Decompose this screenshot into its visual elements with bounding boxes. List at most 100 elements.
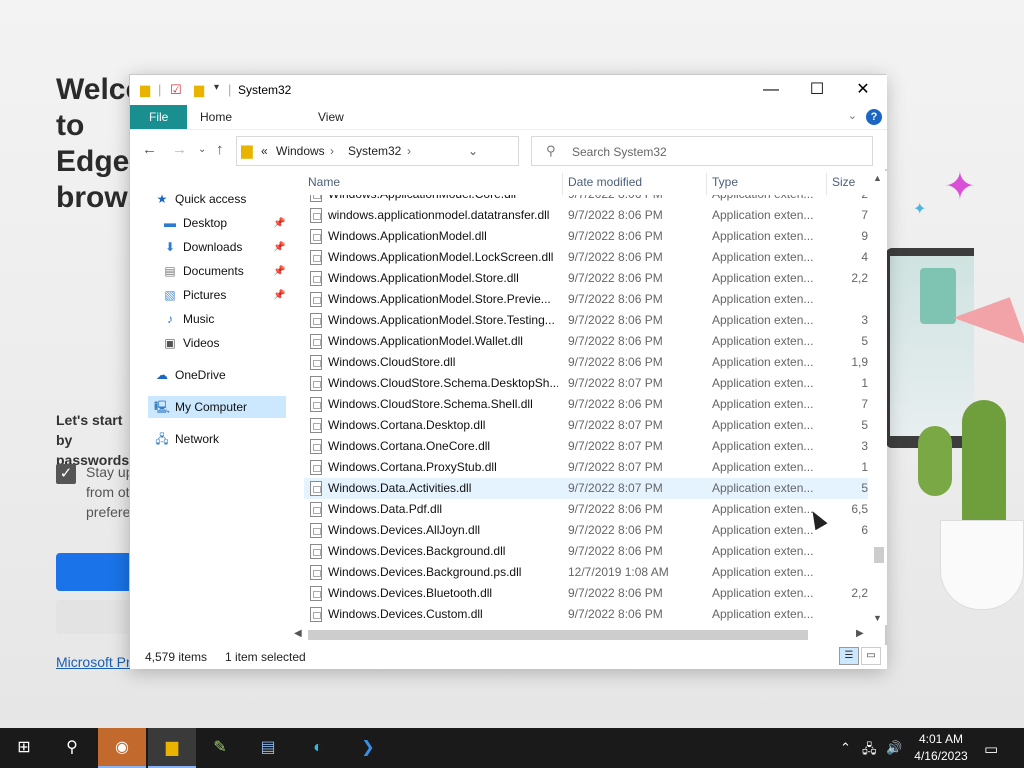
file-row[interactable]: Windows.ApplicationModel.Core.dll 9/7/202… — [304, 195, 868, 205]
volume-icon[interactable]: 🔊 — [886, 740, 902, 756]
nav-videos[interactable]: ▣ Videos — [162, 332, 219, 354]
back-button[interactable]: ← — [142, 141, 157, 158]
address-dropdown-icon[interactable]: ⌄ — [468, 144, 478, 158]
nav-network[interactable]: 🖧 Network — [154, 428, 219, 450]
file-row[interactable]: Windows.CloudStore.Schema.DesktopSh... 9/… — [304, 373, 868, 394]
file-name: Windows.CloudStore.dll — [328, 355, 456, 369]
column-type[interactable]: Type — [712, 175, 738, 193]
search-input[interactable]: Search System32 — [572, 145, 667, 159]
file-date: 9/7/2022 8:06 PM — [568, 313, 663, 327]
pin-icon[interactable]: 📌 — [273, 242, 285, 253]
expand-ribbon-icon[interactable]: ⌄ — [848, 109, 857, 122]
title-bar[interactable]: ▆ | ☑ ▆ ▾ | System32 — ☐ ✕ — [130, 75, 887, 105]
file-row[interactable]: Windows.ApplicationModel.Store.Previe...… — [304, 289, 868, 310]
file-row[interactable]: Windows.Devices.Bluetooth.dll 9/7/2022 8:… — [304, 583, 868, 604]
file-row[interactable]: Windows.Cortana.Desktop.dll 9/7/2022 8:07… — [304, 415, 868, 436]
file-row[interactable]: Windows.ApplicationModel.LockScreen.dll 9… — [304, 247, 868, 268]
file-explorer-taskbar-icon[interactable]: ▆ — [148, 728, 196, 768]
nav-music[interactable]: ♪ Music — [162, 308, 214, 330]
nav-pictures[interactable]: ▧ Pictures — [162, 284, 226, 306]
column-divider[interactable] — [562, 173, 563, 195]
file-row[interactable]: Windows.ApplicationModel.Store.Testing..… — [304, 310, 868, 331]
column-name[interactable]: Name — [308, 175, 340, 193]
dll-file-icon — [310, 460, 322, 475]
notepad-icon[interactable]: ✎ — [196, 728, 244, 768]
start-button[interactable]: ⊞ — [0, 728, 48, 768]
powershell-icon[interactable]: ❯ — [344, 728, 392, 768]
file-row[interactable]: Windows.Data.Pdf.dll 9/7/2022 8:06 PM Appl… — [304, 499, 868, 520]
column-divider[interactable] — [706, 173, 707, 195]
file-row[interactable]: windows.applicationmodel.datatransfer.dl… — [304, 205, 868, 226]
network-status-icon[interactable]: 🖧 — [862, 740, 877, 762]
customize-qat-icon[interactable]: ▾ — [214, 82, 219, 98]
scroll-thumb[interactable] — [874, 547, 884, 563]
nav-quick-access[interactable]: ★ Quick access — [154, 188, 247, 210]
file-row[interactable]: Windows.Cortana.ProxyStub.dll 9/7/2022 8:… — [304, 457, 868, 478]
scroll-down-icon[interactable]: ▼ — [873, 613, 882, 623]
breadcrumb-windows[interactable]: Windows — [276, 144, 325, 158]
maximize-button[interactable]: ☐ — [794, 75, 840, 105]
up-button[interactable]: ↑ — [216, 141, 224, 158]
file-row[interactable]: Windows.ApplicationModel.Wallet.dll 9/7/2… — [304, 331, 868, 352]
tab-home[interactable]: Home — [186, 105, 246, 129]
tab-view[interactable]: View — [304, 105, 358, 129]
pin-icon[interactable]: 📌 — [273, 218, 285, 229]
chevron-up-icon[interactable]: ⌃ — [840, 740, 851, 756]
edge-privacy-link[interactable]: Microsoft Pr — [56, 654, 131, 670]
file-row[interactable]: Windows.Devices.Background.ps.dll 12/7/20… — [304, 562, 868, 583]
large-icons-view-icon[interactable]: ▭ — [861, 647, 881, 665]
vertical-scrollbar[interactable]: ▲ ▼ — [869, 171, 887, 625]
search-button[interactable]: ⚲ — [48, 728, 96, 768]
file-date: 9/7/2022 8:06 PM — [568, 397, 663, 411]
horizontal-scroll-thumb[interactable] — [308, 630, 808, 640]
pin-icon[interactable]: 📌 — [273, 266, 285, 277]
tab-file[interactable]: File — [130, 105, 188, 129]
chevron-right-icon[interactable]: › — [407, 144, 411, 158]
nav-onedrive[interactable]: ☁ OneDrive — [154, 364, 226, 386]
scroll-left-icon[interactable]: ◀ — [294, 628, 302, 639]
breadcrumb-overflow[interactable]: « — [261, 144, 268, 158]
edge-icon[interactable]: ◐ — [294, 728, 342, 768]
file-size: 6 — [861, 523, 868, 537]
file-row[interactable]: Windows.CloudStore.dll 9/7/2022 8:06 PM Ap… — [304, 352, 868, 373]
chevron-right-icon[interactable]: › — [330, 144, 334, 158]
notifications-icon[interactable]: ▭ — [984, 740, 998, 758]
search-box[interactable]: ⚲ Search System32 — [531, 136, 873, 166]
file-row[interactable]: Windows.Devices.Background.dll 9/7/2022 8… — [304, 541, 868, 562]
properties-icon[interactable]: ☑ — [170, 82, 182, 98]
recent-locations-icon[interactable]: ⌄ — [198, 144, 206, 155]
forward-button[interactable]: → — [172, 141, 187, 158]
nav-downloads[interactable]: ⬇ Downloads — [162, 236, 242, 258]
edge-stay-checkbox[interactable]: ✓ — [56, 464, 76, 484]
chrome-icon[interactable]: ◉ — [98, 728, 146, 768]
scroll-right-icon[interactable]: ▶ — [856, 628, 864, 639]
nav-my-computer[interactable]: 🖳 My Computer — [148, 396, 286, 418]
column-divider[interactable] — [826, 173, 827, 195]
system-clock[interactable]: 4:01 AM 4/16/2023 — [906, 731, 976, 765]
column-date-modified[interactable]: Date modified — [568, 175, 642, 193]
close-button[interactable]: ✕ — [840, 75, 886, 105]
pin-icon[interactable]: 📌 — [273, 290, 285, 301]
file-row[interactable]: Windows.Devices.Custom.dll 9/7/2022 8:06 … — [304, 604, 868, 625]
edge-primary-button[interactable] — [56, 553, 136, 591]
file-row[interactable]: Windows.Cortana.OneCore.dll 9/7/2022 8:07… — [304, 436, 868, 457]
details-view-icon[interactable]: ☰ — [839, 647, 859, 665]
file-row[interactable]: Windows.ApplicationModel.Store.dll 9/7/20… — [304, 268, 868, 289]
scroll-up-icon[interactable]: ▲ — [873, 173, 882, 183]
dll-file-icon — [310, 271, 322, 286]
new-folder-icon[interactable]: ▆ — [194, 82, 204, 98]
minimize-button[interactable]: — — [748, 75, 794, 105]
network-app-icon[interactable]: ▤ — [244, 728, 292, 768]
file-row[interactable]: Windows.ApplicationModel.dll 9/7/2022 8:0… — [304, 226, 868, 247]
nav-documents[interactable]: ▤ Documents — [162, 260, 243, 282]
file-row[interactable]: Windows.CloudStore.Schema.Shell.dll 9/7/2… — [304, 394, 868, 415]
file-row[interactable]: Windows.Data.Activities.dll 9/7/2022 8:07… — [304, 478, 868, 499]
help-icon[interactable]: ? — [866, 109, 882, 125]
file-row[interactable]: Windows.Devices.AllJoyn.dll 9/7/2022 8:06… — [304, 520, 868, 541]
nav-desktop[interactable]: ▬ Desktop — [162, 212, 227, 234]
address-bar[interactable]: ▆ « Windows › System32 › ⌄ ↻ — [236, 136, 615, 166]
column-size[interactable]: Size — [832, 175, 855, 193]
edge-secondary-button[interactable] — [56, 600, 136, 634]
horizontal-scrollbar[interactable]: ◀ ▶ — [290, 627, 870, 643]
breadcrumb-system32[interactable]: System32 — [348, 144, 401, 158]
